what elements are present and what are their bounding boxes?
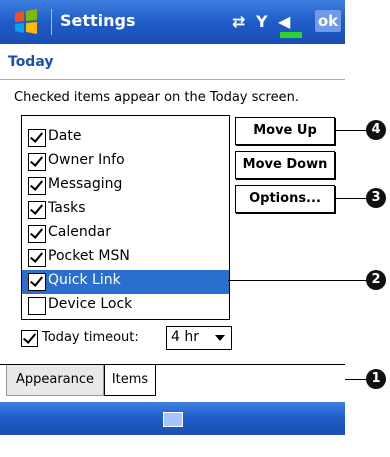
item-checkbox[interactable]	[28, 297, 46, 315]
windows-start-icon[interactable]	[12, 8, 40, 36]
signal-icon[interactable]: Y	[256, 12, 268, 31]
item-label: Quick Link	[48, 272, 121, 288]
connectivity-icon[interactable]: ⇄	[232, 12, 245, 31]
timeout-value: 4 hr	[171, 329, 199, 345]
today-items-list[interactable]: Date Owner Info Messaging Tasks Calendar…	[21, 115, 230, 320]
item-checkbox[interactable]	[28, 201, 46, 219]
window-title: Settings	[60, 11, 136, 30]
volume-icon[interactable]: ◀	[278, 12, 290, 31]
item-label: Messaging	[48, 176, 123, 192]
today-timeout-label: Today timeout:	[42, 330, 139, 345]
item-checkbox[interactable]	[28, 249, 46, 267]
heading-divider	[0, 79, 345, 80]
item-checkbox[interactable]	[28, 273, 46, 291]
chevron-down-icon[interactable]	[215, 335, 225, 341]
item-checkbox[interactable]	[28, 153, 46, 171]
list-item[interactable]: Device Lock	[22, 294, 229, 318]
tab-appearance[interactable]: Appearance	[6, 365, 104, 396]
tab-bar: Appearance Items	[0, 364, 345, 403]
item-label: Tasks	[48, 200, 86, 216]
today-timeout-checkbox[interactable]	[21, 330, 38, 347]
callout-2-line	[228, 280, 367, 281]
item-label: Calendar	[48, 224, 111, 240]
move-down-button[interactable]: Move Down	[235, 151, 335, 179]
list-item[interactable]: Pocket MSN	[22, 246, 229, 270]
battery-icon[interactable]	[280, 32, 302, 38]
title-separator	[51, 9, 52, 35]
item-label: Owner Info	[48, 152, 125, 168]
list-item[interactable]: Date	[22, 126, 229, 150]
item-label: Date	[48, 128, 82, 144]
item-label: Device Lock	[48, 296, 133, 312]
tab-items[interactable]: Items	[104, 365, 156, 396]
list-item[interactable]: Owner Info	[22, 150, 229, 174]
today-timeout-select[interactable]: 4 hr	[166, 326, 232, 350]
list-item[interactable]: Calendar	[22, 222, 229, 246]
keyboard-icon[interactable]	[163, 412, 183, 427]
ok-button[interactable]: ok	[315, 10, 341, 32]
callout-3: 3	[366, 188, 386, 208]
move-up-button[interactable]: Move Up	[235, 117, 335, 145]
list-item[interactable]: Messaging	[22, 174, 229, 198]
list-item-selected[interactable]: Quick Link	[22, 270, 229, 294]
item-label: Pocket MSN	[48, 248, 130, 264]
callout-4: 4	[366, 120, 386, 140]
instruction-text: Checked items appear on the Today screen…	[14, 90, 299, 105]
page-heading: Today	[8, 54, 54, 70]
list-item[interactable]: Tasks	[22, 198, 229, 222]
item-checkbox[interactable]	[28, 225, 46, 243]
item-checkbox[interactable]	[28, 177, 46, 195]
callout-4-line	[334, 130, 367, 131]
options-button[interactable]: Options...	[235, 185, 335, 213]
menu-bar	[0, 402, 345, 435]
callout-3-line	[334, 198, 367, 199]
callout-1: 1	[366, 369, 386, 389]
title-bar: Settings ⇄ Y ◀ ok	[0, 0, 345, 44]
item-checkbox[interactable]	[28, 129, 46, 147]
callout-2: 2	[366, 270, 386, 290]
